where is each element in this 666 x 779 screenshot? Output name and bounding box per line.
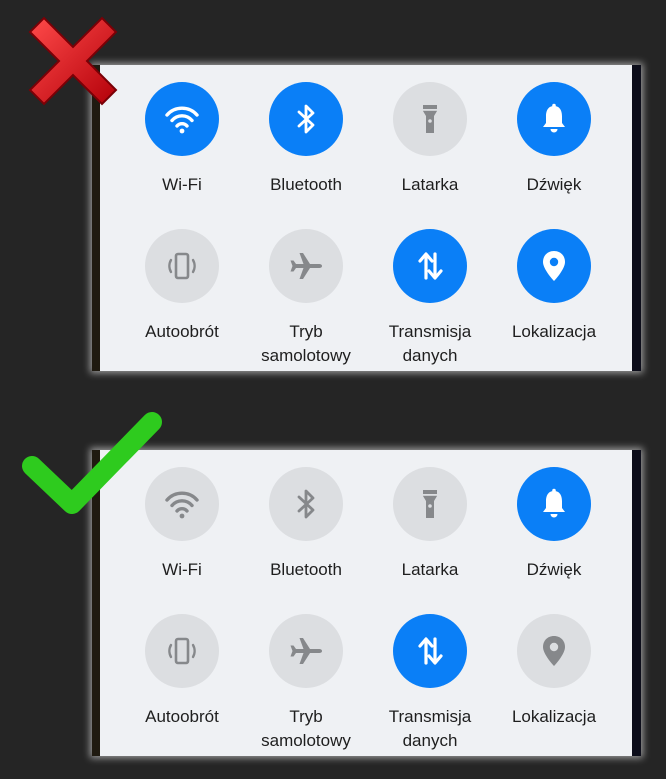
tile-label: Autoobrót (145, 707, 219, 726)
tile-label: Wi-Fi (162, 560, 202, 579)
flashlight-icon (423, 105, 437, 133)
quick-tile-airplane[interactable]: Tryb samolotowy (244, 614, 368, 753)
bluetooth-icon (297, 104, 315, 134)
quick-tile-flashlight[interactable]: Latarka (368, 82, 492, 197)
tile-label: Bluetooth (270, 560, 342, 579)
quick-tile-airplane[interactable]: Tryb samolotowy (244, 229, 368, 368)
mobile-data-icon (418, 637, 443, 665)
tile-label: Latarka (401, 175, 459, 194)
tile-label: Lokalizacja (511, 322, 597, 341)
quick-tile-location-pin[interactable]: Lokalizacja (492, 229, 616, 344)
tile-toggle-button[interactable] (269, 82, 343, 156)
tile-toggle-button[interactable] (517, 82, 591, 156)
mobile-data-icon (418, 252, 443, 280)
quick-tile-location-pin[interactable]: Lokalizacja (492, 614, 616, 729)
tile-label: Autoobrót (145, 322, 219, 341)
airplane-icon (290, 253, 322, 279)
location-pin-icon (543, 251, 565, 281)
auto-rotate-icon (168, 637, 196, 665)
tile-toggle-button[interactable] (393, 82, 467, 156)
quick-settings-panel-correct: Wi-Fi Bluetooth Latarka Dźwięk Autoobrót Tryb… (92, 450, 641, 756)
tile-label: Transmisja danych (388, 707, 472, 750)
quick-tile-bluetooth[interactable]: Bluetooth (244, 82, 368, 197)
bell-icon (543, 103, 565, 133)
tile-label: Transmisja danych (388, 322, 472, 365)
tile-label: Dźwięk (526, 175, 582, 194)
tile-toggle-button[interactable] (269, 467, 343, 541)
quick-settings-panel-wrong: Wi-Fi Bluetooth Latarka Dźwięk Autoobrót Tryb… (92, 65, 641, 371)
flashlight-icon (423, 490, 437, 518)
quick-tile-bell[interactable]: Dźwięk (492, 82, 616, 197)
tile-toggle-button[interactable] (145, 82, 219, 156)
quick-tile-bell[interactable]: Dźwięk (492, 467, 616, 582)
quick-tile-auto-rotate[interactable]: Autoobrót (120, 229, 244, 344)
tile-label: Dźwięk (526, 560, 582, 579)
tile-toggle-button[interactable] (145, 614, 219, 688)
wifi-icon (165, 491, 199, 519)
location-pin-icon (543, 636, 565, 666)
bluetooth-icon (297, 489, 315, 519)
quick-tile-wifi[interactable]: Wi-Fi (120, 82, 244, 197)
tile-toggle-button[interactable] (269, 229, 343, 303)
quick-tile-mobile-data[interactable]: Transmisja danych (368, 614, 492, 753)
quick-tile-auto-rotate[interactable]: Autoobrót (120, 614, 244, 729)
tile-toggle-button[interactable] (517, 614, 591, 688)
tile-label: Wi-Fi (162, 175, 202, 194)
tile-label: Tryb samolotowy (261, 322, 351, 365)
tile-toggle-button[interactable] (269, 614, 343, 688)
quick-tile-flashlight[interactable]: Latarka (368, 467, 492, 582)
tile-label: Lokalizacja (511, 707, 597, 726)
tile-toggle-button[interactable] (145, 229, 219, 303)
tile-label: Latarka (401, 560, 459, 579)
airplane-icon (290, 638, 322, 664)
quick-tile-mobile-data[interactable]: Transmisja danych (368, 229, 492, 368)
tile-toggle-button[interactable] (393, 229, 467, 303)
quick-tile-bluetooth[interactable]: Bluetooth (244, 467, 368, 582)
red-x-icon (28, 16, 118, 106)
bell-icon (543, 488, 565, 518)
tile-label: Bluetooth (270, 175, 342, 194)
wifi-icon (165, 106, 199, 134)
tile-toggle-button[interactable] (517, 229, 591, 303)
tile-label: Tryb samolotowy (261, 707, 351, 750)
tile-toggle-button[interactable] (393, 467, 467, 541)
tile-toggle-button[interactable] (393, 614, 467, 688)
tile-toggle-button[interactable] (517, 467, 591, 541)
auto-rotate-icon (168, 252, 196, 280)
green-check-icon (22, 412, 162, 514)
